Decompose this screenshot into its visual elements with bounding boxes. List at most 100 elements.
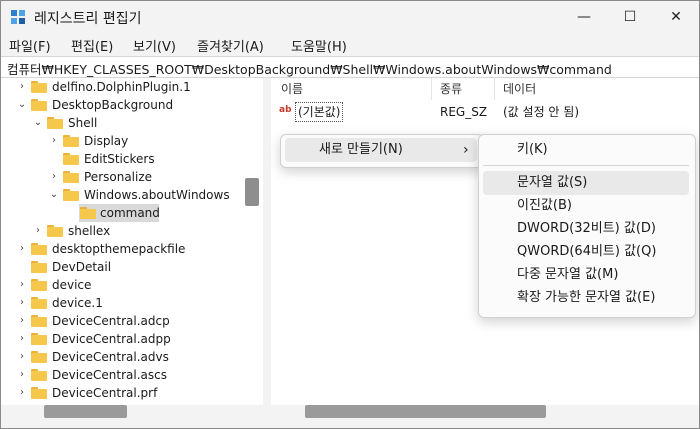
folder-icon	[63, 153, 79, 165]
folder-icon	[31, 387, 47, 399]
submenu-item-label: 다중 문자열 값(M)	[517, 267, 619, 282]
submenu-item-label: QWORD(64비트) 값(Q)	[517, 244, 657, 259]
menu-favorites[interactable]: 즐겨찾기(A)	[197, 36, 264, 55]
folder-icon	[47, 117, 63, 129]
address-path: 컴퓨터₩HKEY_CLASSES_ROOT₩DesktopBackground₩…	[7, 62, 612, 77]
column-divider[interactable]	[431, 78, 432, 100]
tree-node-label: delfino.DolphinPlugin.1	[52, 80, 191, 94]
address-bar[interactable]: 컴퓨터₩HKEY_CLASSES_ROOT₩DesktopBackground₩…	[1, 56, 699, 78]
menu-item-new-label: 새로 만들기(N)	[319, 142, 403, 157]
context-menu: 새로 만들기(N) ›	[280, 134, 484, 168]
new-submenu: 키(K) 문자열 값(S) 이진값(B) DWORD(32비트) 값(D) QW…	[478, 134, 696, 318]
menu-view[interactable]: 보기(V)	[133, 36, 176, 55]
pane-splitter[interactable]	[263, 78, 271, 428]
tree-node-chevron	[17, 258, 27, 276]
chevron-right-icon[interactable]: ›	[17, 312, 27, 330]
tree-node-label: EditStickers	[84, 152, 155, 166]
submenu-item-label: 확장 가능한 문자열 값(E)	[517, 290, 656, 305]
submenu-item-qword-value[interactable]: QWORD(64비트) 값(Q)	[483, 240, 689, 264]
tree-node-label: DevDetail	[52, 260, 112, 274]
tree-horizontal-scrollbar[interactable]	[1, 405, 263, 428]
values-horizontal-scroll-thumb[interactable]	[305, 405, 546, 418]
tree-node-label: DeviceCentral.ascs	[52, 368, 168, 382]
chevron-right-icon[interactable]: ›	[17, 348, 27, 366]
chevron-right-icon[interactable]: ›	[33, 222, 43, 240]
chevron-right-icon[interactable]: ›	[17, 366, 27, 384]
tree-node-label: DeviceCentral.prf	[52, 386, 158, 400]
registry-app-icon	[11, 10, 25, 24]
chevron-right-icon[interactable]: ›	[49, 168, 59, 186]
chevron-down-icon[interactable]: ⌄	[17, 96, 27, 114]
chevron-down-icon[interactable]: ⌄	[33, 114, 43, 132]
tree-vertical-scroll-thumb[interactable]	[245, 178, 259, 206]
title-bar[interactable]: 레지스트리 편집기 — ☐ ✕	[1, 1, 699, 33]
chevron-right-icon[interactable]: ›	[17, 294, 27, 312]
folder-icon	[31, 81, 47, 93]
tree-node-label: DeviceCentral.adpp	[52, 332, 171, 346]
minimize-button[interactable]: —	[561, 1, 607, 33]
menu-help[interactable]: 도움말(H)	[291, 36, 347, 55]
chevron-right-icon[interactable]: ›	[17, 276, 27, 294]
menu-item-new[interactable]: 새로 만들기(N) ›	[285, 138, 477, 162]
column-header-name[interactable]: 이름	[281, 78, 303, 100]
tree-vertical-scrollbar[interactable]	[245, 78, 263, 405]
chevron-right-icon[interactable]: ›	[17, 330, 27, 348]
folder-icon	[31, 351, 47, 363]
submenu-item-label: 문자열 값(S)	[517, 175, 588, 190]
chevron-down-icon[interactable]: ⌄	[49, 186, 59, 204]
column-divider[interactable]	[494, 78, 495, 100]
folder-icon	[47, 225, 63, 237]
folder-icon	[63, 189, 79, 201]
submenu-item-binary-value[interactable]: 이진값(B)	[483, 194, 689, 218]
folder-icon	[31, 315, 47, 327]
menu-bar: 파일(F) 편집(E) 보기(V) 즐겨찾기(A) 도움말(H)	[1, 33, 699, 55]
tree-node-label: command	[100, 206, 160, 220]
tree-node-label: Display	[84, 134, 129, 148]
column-header-data[interactable]: 데이터	[503, 78, 536, 100]
tree-horizontal-scroll-thumb[interactable]	[44, 405, 127, 418]
chevron-right-icon[interactable]: ›	[17, 384, 27, 402]
tree-node-label: Windows.aboutWindows	[84, 188, 230, 202]
value-row-data: (값 설정 안 됨)	[503, 105, 580, 119]
submenu-item-dword-value[interactable]: DWORD(32비트) 값(D)	[483, 217, 689, 241]
folder-icon	[31, 279, 47, 291]
string-value-icon: ab	[279, 105, 292, 115]
chevron-right-icon: ›	[463, 142, 469, 158]
tree-node-label: DesktopBackground	[52, 98, 174, 112]
tree-node-label: DeviceCentral.advs	[52, 350, 169, 364]
submenu-item-expandable-string-value[interactable]: 확장 가능한 문자열 값(E)	[483, 286, 689, 310]
tree-node-label: shellex	[68, 224, 111, 238]
folder-icon	[80, 207, 96, 219]
value-row-name[interactable]: (기본값)	[295, 102, 344, 122]
menu-separator	[483, 165, 689, 166]
submenu-item-key[interactable]: 키(K)	[483, 138, 689, 162]
submenu-item-multi-string-value[interactable]: 다중 문자열 값(M)	[483, 263, 689, 287]
tree-node-chevron	[49, 150, 59, 168]
tree-node-label: Shell	[68, 116, 98, 130]
chevron-right-icon[interactable]: ›	[17, 240, 27, 258]
submenu-item-string-value[interactable]: 문자열 값(S)	[483, 171, 689, 195]
close-button[interactable]: ✕	[653, 1, 699, 33]
menu-edit[interactable]: 편집(E)	[71, 36, 113, 55]
menu-file[interactable]: 파일(F)	[9, 36, 51, 55]
folder-icon	[31, 369, 47, 381]
folder-icon	[31, 297, 47, 309]
folder-icon	[31, 333, 47, 345]
folder-icon	[63, 171, 79, 183]
folder-icon	[63, 135, 79, 147]
folder-icon	[31, 261, 47, 273]
tree-node-chevron	[65, 204, 75, 222]
chevron-right-icon[interactable]: ›	[17, 78, 27, 96]
submenu-item-label: 키(K)	[517, 142, 548, 157]
chevron-right-icon[interactable]: ›	[49, 132, 59, 150]
window-title: 레지스트리 편집기	[34, 11, 142, 27]
key-tree: › delfino.DolphinPlugin.1 ⌄ DesktopBackg…	[1, 78, 263, 405]
tree-node-label: Personalize	[84, 170, 153, 184]
tree-node-label: desktopthemepackfile	[52, 242, 186, 256]
submenu-item-label: DWORD(32비트) 값(D)	[517, 221, 656, 236]
folder-icon	[31, 99, 47, 111]
folder-icon	[31, 243, 47, 255]
column-header-type[interactable]: 종류	[440, 78, 462, 100]
submenu-item-label: 이진값(B)	[517, 198, 572, 213]
maximize-button[interactable]: ☐	[607, 1, 653, 33]
